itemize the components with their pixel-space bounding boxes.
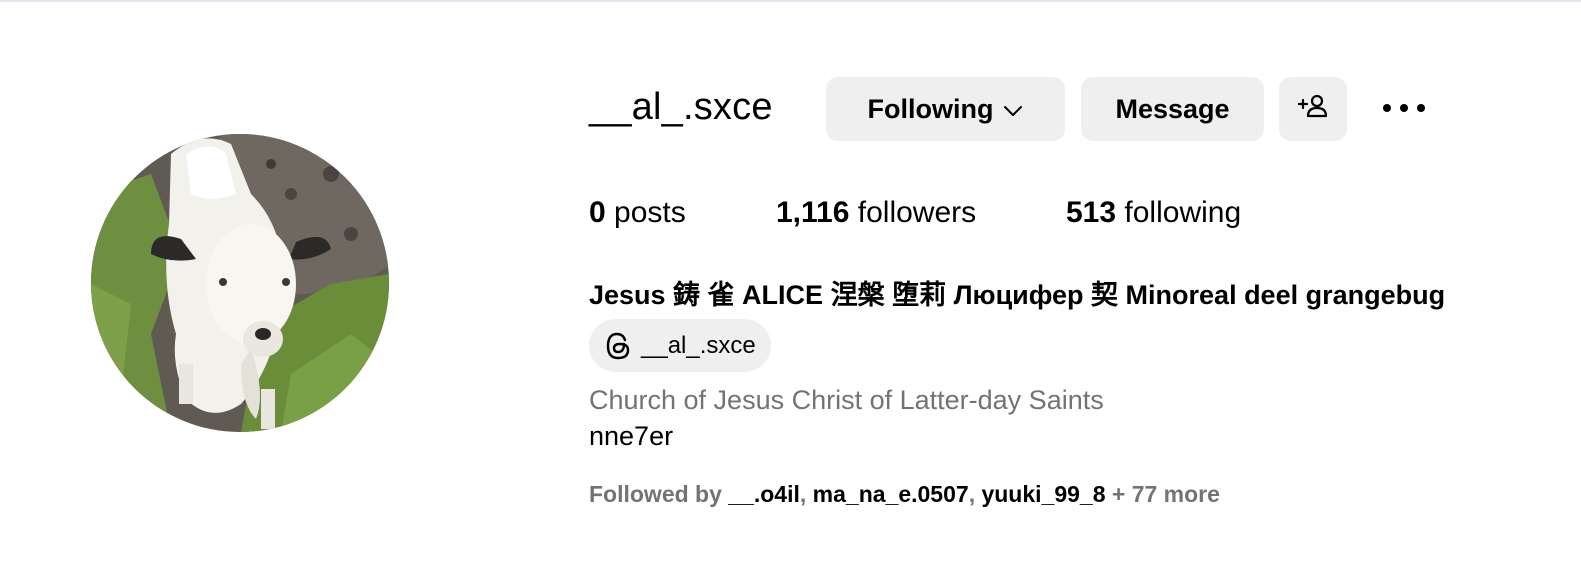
following-stat[interactable]: 513 following [1066, 196, 1241, 230]
profile-bio: nne7er [589, 421, 674, 451]
add-user-icon [1296, 92, 1330, 127]
suggest-users-button[interactable] [1279, 77, 1347, 141]
following-button[interactable]: Following [826, 77, 1065, 141]
profile-avatar[interactable] [91, 134, 389, 432]
threads-icon [603, 330, 633, 362]
following-label: following [1124, 196, 1242, 229]
followed-by-more: + 77 more [1111, 481, 1220, 507]
followed-by-user[interactable]: yuuki_99_8 [981, 481, 1105, 507]
following-count: 513 [1066, 196, 1117, 229]
followed-by-user[interactable]: ma_na_e.0507 [813, 481, 969, 507]
posts-label: posts [614, 196, 686, 229]
posts-count: 0 [589, 196, 606, 229]
followed-by-line[interactable]: Followed by __.o4il, ma_na_e.0507, yuuki… [589, 481, 1220, 508]
posts-stat: 0 posts [589, 196, 686, 230]
following-button-label: Following [867, 93, 994, 124]
more-options-button[interactable] [1379, 77, 1429, 141]
message-button-label: Message [1115, 93, 1230, 124]
profile-username: __al_.sxce [589, 86, 773, 128]
followers-label: followers [857, 196, 977, 229]
threads-handle: __al_.sxce [641, 331, 756, 359]
profile-full-name: Jesus 鋳 雀 ALICE 涅槃 堕莉 Люцифер 契 Minoreal… [589, 280, 1446, 310]
top-divider [0, 0, 1581, 2]
message-button[interactable]: Message [1081, 77, 1264, 141]
goat-photo [91, 134, 389, 432]
threads-link[interactable]: __al_.sxce [589, 319, 771, 372]
followed-by-user[interactable]: __.o4il [728, 481, 800, 507]
more-options-icon [1382, 100, 1426, 118]
followers-stat[interactable]: 1,116 followers [776, 196, 976, 230]
chevron-down-icon [1003, 94, 1023, 125]
separator: , [799, 481, 807, 507]
followers-count: 1,116 [776, 196, 850, 229]
profile-category: Church of Jesus Christ of Latter-day Sai… [589, 385, 1104, 415]
separator: , [968, 481, 976, 507]
followed-by-prefix: Followed by [589, 481, 722, 507]
